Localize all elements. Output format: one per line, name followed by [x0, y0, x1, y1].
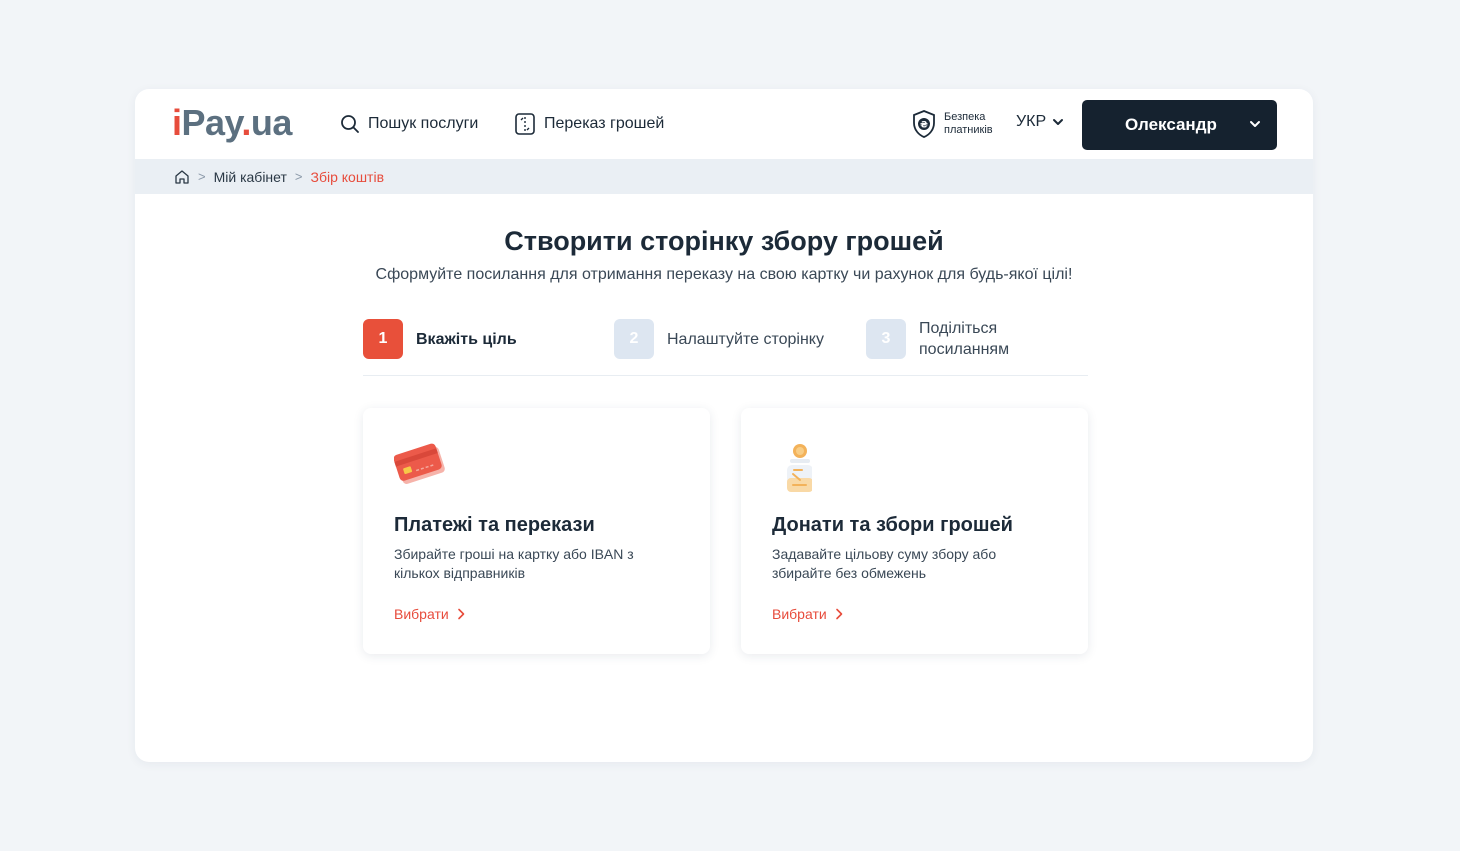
step-3: 3 Поділіться посиланням [866, 319, 1029, 359]
ipay-logo[interactable]: iPay.ua [172, 103, 292, 143]
chevron-down-icon [1250, 121, 1260, 127]
language-label: УКР [1016, 113, 1047, 130]
top-header: iPay.ua Пошук послуги Переказ грошей ₴ Б… [135, 89, 1313, 159]
card-description: Збирайте гроші на картку або IBAN з кіль… [394, 546, 634, 581]
breadcrumb-fundraising: Збір коштів [310, 168, 385, 185]
card-title: Платежі та перекази [394, 514, 595, 536]
select-label: Вибрати [772, 606, 827, 622]
user-menu-button[interactable]: Олександр [1082, 100, 1277, 150]
card-description: Задавайте цільову суму збору або збирайт… [772, 546, 997, 581]
page-subtitle: Сформуйте посилання для отримання перека… [375, 266, 1073, 283]
donations-card[interactable]: Донати та збори грошей Задавайте цільову… [741, 408, 1088, 654]
step-number: 1 [363, 319, 403, 359]
safety-text: Безпека платників [944, 111, 993, 136]
step-number: 2 [614, 319, 654, 359]
chevron-right-icon [457, 608, 464, 620]
card-title: Донати та збори грошей [772, 514, 1013, 536]
shield-hryvnia-icon: ₴ [913, 110, 935, 138]
breadcrumb: > Мій кабінет > Збір коштів [135, 159, 1313, 194]
step-number: 3 [866, 319, 906, 359]
home-icon[interactable] [174, 169, 190, 185]
search-service-label: Пошук послуги [368, 115, 479, 132]
select-link[interactable]: Вибрати [394, 606, 465, 622]
payments-transfers-card[interactable]: Платежі та перекази Збирайте гроші на ка… [363, 408, 710, 654]
step-indicator: 1 Вкажіть ціль 2 Налаштуйте сторінку 3 П… [363, 319, 1088, 376]
step-1: 1 Вкажіть ціль [363, 319, 517, 359]
money-transfer-label: Переказ грошей [544, 115, 665, 132]
step-2: 2 Налаштуйте сторінку [614, 319, 824, 359]
money-transfer-link[interactable]: Переказ грошей [514, 112, 664, 136]
step-label: Вкажіть ціль [416, 330, 517, 348]
page-title: Створити сторінку збору грошей [504, 226, 944, 256]
step-label: Поділіться посиланням [919, 320, 1010, 358]
select-link[interactable]: Вибрати [772, 606, 843, 622]
svg-text:₴: ₴ [920, 121, 928, 131]
app-window: iPay.ua Пошук послуги Переказ грошей ₴ Б… [135, 89, 1313, 762]
donation-jar-icon [787, 444, 812, 492]
search-icon [341, 115, 359, 133]
select-label: Вибрати [394, 606, 449, 622]
user-name: Олександр [1125, 115, 1217, 134]
breadcrumb-my-cabinet[interactable]: Мій кабінет [214, 169, 287, 185]
language-selector[interactable]: УКР [1016, 113, 1064, 131]
search-service-link[interactable]: Пошук послуги [340, 112, 478, 136]
step-label: Налаштуйте сторінку [667, 330, 824, 348]
chevron-down-icon [1053, 119, 1064, 125]
breadcrumb-separator: > [198, 169, 206, 184]
chevron-right-icon [835, 608, 842, 620]
payer-safety-link[interactable]: ₴ Безпека платників [911, 109, 993, 139]
transfer-icon [515, 113, 535, 135]
breadcrumb-separator: > [294, 169, 303, 184]
credit-card-icon [394, 443, 445, 484]
